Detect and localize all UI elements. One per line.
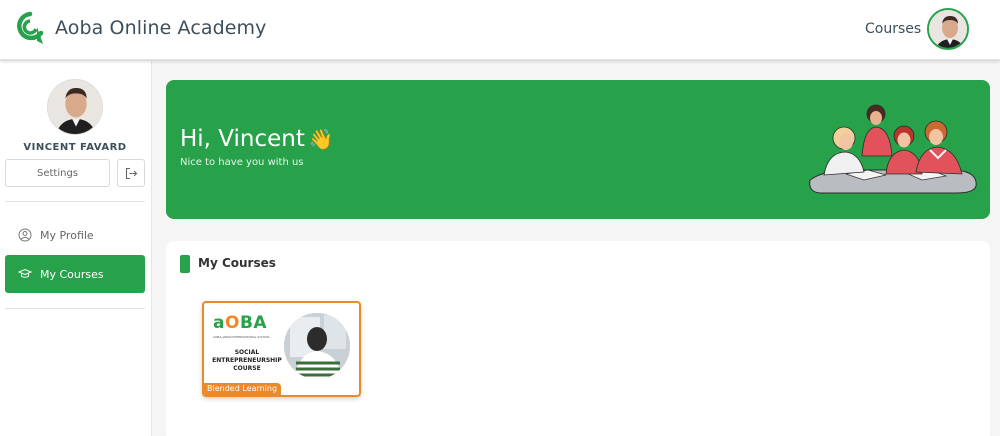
sidebar-item-label: My Courses	[40, 267, 104, 281]
waving-hand-icon: 👋	[308, 127, 334, 151]
user-circle-icon	[18, 228, 32, 242]
settings-button[interactable]: Settings	[5, 159, 110, 187]
brand-letter: O	[224, 313, 240, 333]
welcome-banner: Hi, Vincent 👋 Nice to have you with us	[166, 80, 990, 219]
sidebar-divider	[5, 308, 145, 309]
course-photo	[284, 313, 350, 379]
logout-button[interactable]	[117, 159, 145, 187]
greeting-text: Hi, Vincent	[180, 126, 305, 152]
greeting-subtitle: Nice to have you with us	[180, 157, 304, 168]
header-avatar[interactable]	[927, 8, 969, 50]
students-studying-illustration	[809, 104, 977, 194]
sidebar: VINCENT FAVARD Settings My Profile My Co…	[0, 61, 152, 436]
app-title[interactable]: Aoba Online Academy	[55, 17, 267, 39]
course-type-tag: Blended Learning	[204, 383, 282, 395]
nav-courses-link[interactable]: Courses	[865, 21, 921, 37]
greeting-heading: Hi, Vincent 👋	[180, 126, 334, 152]
graduation-cap-icon	[18, 267, 32, 281]
sidebar-item-label: My Profile	[40, 228, 94, 242]
user-portrait-icon	[929, 10, 967, 48]
user-name: VINCENT FAVARD	[23, 142, 127, 153]
top-header: Aoba Online Academy Courses	[0, 0, 1000, 60]
section-title: My Courses	[198, 256, 276, 270]
sidebar-item-my-courses[interactable]: My Courses	[5, 255, 145, 293]
my-courses-panel: My Courses aOBA AOBA-JAPAN INTERNATIONAL…	[166, 241, 990, 436]
brand-letter: BA	[239, 313, 268, 333]
course-card[interactable]: aOBA AOBA-JAPAN INTERNATIONAL SCHOOL SOC…	[202, 301, 361, 397]
student-at-whiteboard-image	[284, 313, 350, 379]
section-accent-bar	[180, 255, 190, 273]
school-name: AOBA-JAPAN INTERNATIONAL SCHOOL	[213, 335, 271, 339]
logout-icon	[125, 167, 137, 179]
sidebar-item-my-profile[interactable]: My Profile	[5, 216, 145, 254]
aoba-brand-logo: aOBA	[213, 313, 267, 333]
course-title: SOCIAL ENTREPRENEURSHIP COURSE	[212, 349, 282, 372]
brand-letter: a	[213, 313, 225, 333]
sidebar-divider	[5, 201, 145, 202]
academy-logo-icon[interactable]	[15, 11, 45, 45]
user-portrait-icon	[48, 80, 102, 134]
profile-avatar[interactable]	[47, 79, 103, 135]
